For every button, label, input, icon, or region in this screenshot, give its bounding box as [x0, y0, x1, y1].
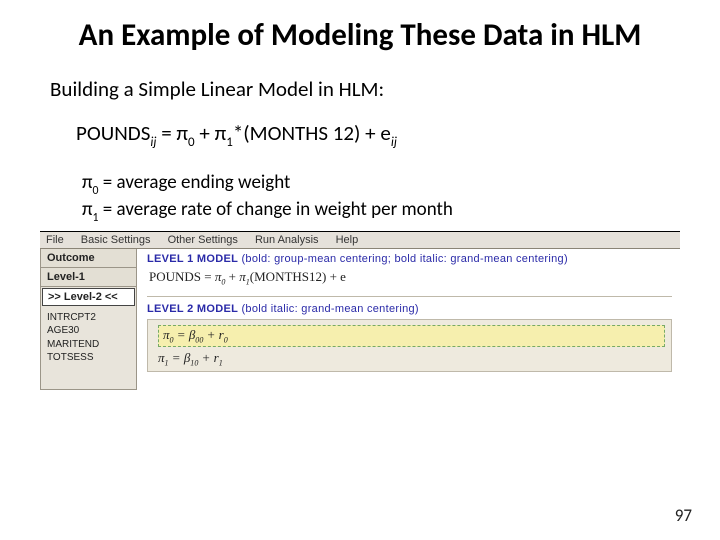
l2r2-rs: 1 — [219, 358, 223, 367]
sidebar-outcome-button[interactable]: Outcome — [41, 249, 136, 268]
slide: An Example of Modeling These Data in HLM… — [0, 0, 720, 540]
level2-eq-row-2[interactable]: π1 = β10 + r1 — [158, 348, 665, 370]
level2-heading: LEVEL 2 MODEL (bold italic: grand-mean c… — [147, 303, 672, 315]
def2-text: = average rate of change in weight per m… — [98, 198, 452, 221]
menu-other-settings[interactable]: Other Settings — [168, 234, 238, 246]
variable-list: INTRCPT2 AGE30 MARITEND TOTSESS — [41, 307, 136, 389]
level1-heading-rest: (bold: group-mean centering; bold italic… — [238, 253, 568, 265]
sidebar-level1-button[interactable]: Level-1 — [41, 268, 136, 287]
level1-heading-bold: LEVEL 1 MODEL — [147, 253, 238, 265]
def2-sub: 1 — [93, 211, 99, 225]
l1-eq-b: (MONTHS12) + e — [250, 269, 346, 284]
def-line-2: π1 = average rate of change in weight pe… — [82, 198, 696, 225]
sidebar-level2-button[interactable]: >> Level-2 << — [42, 288, 135, 306]
def1-pi: π — [82, 171, 93, 194]
var-totsess[interactable]: TOTSESS — [47, 351, 130, 365]
menu-help[interactable]: Help — [336, 234, 359, 246]
eq-lhs: POUNDS — [76, 120, 150, 146]
menu-bar: File Basic Settings Other Settings Run A… — [40, 232, 680, 249]
definitions: π0 = average ending weight π1 = average … — [82, 171, 696, 225]
menu-basic-settings[interactable]: Basic Settings — [81, 234, 151, 246]
eq-lhs-sub: ij — [150, 135, 156, 150]
var-age30[interactable]: AGE30 — [47, 324, 130, 338]
eq-rhs: *(MONTHS 12) + e — [233, 120, 391, 146]
var-maritend[interactable]: MARITEND — [47, 338, 130, 352]
level2-heading-bold: LEVEL 2 MODEL — [147, 303, 238, 315]
eq-part1: = π — [156, 120, 188, 146]
main-panel: LEVEL 1 MODEL (bold: group-mean centerin… — [137, 249, 680, 390]
eq-rhs-sub: ij — [391, 135, 397, 150]
sidebar: Outcome Level-1 >> Level-2 << INTRCPT2 A… — [40, 249, 137, 390]
l2r1-end: + r — [203, 327, 223, 342]
divider — [147, 296, 672, 297]
menu-file[interactable]: File — [46, 234, 64, 246]
level1-model-equation: POUNDS = π0 + π1(MONTHS12) + e — [149, 269, 672, 287]
hlm-app-window: File Basic Settings Other Settings Run A… — [40, 231, 680, 390]
level2-heading-rest: (bold italic: grand-mean centering) — [238, 303, 419, 315]
level2-equation-area: π0 = β00 + r0 π1 = β10 + r1 — [147, 319, 672, 372]
l2r1-mid: = β — [174, 327, 196, 342]
eq-plus: + π — [195, 120, 227, 146]
l2r2-mid: = β — [169, 350, 191, 365]
def1-text: = average ending weight — [98, 171, 290, 194]
page-number: 97 — [675, 505, 692, 526]
menu-run-analysis[interactable]: Run Analysis — [255, 234, 319, 246]
l1-eq-mid: + — [225, 269, 239, 284]
slide-title: An Example of Modeling These Data in HLM — [64, 18, 656, 54]
l2r2-end: + r — [198, 350, 218, 365]
l2r1-rs: 0 — [224, 336, 228, 345]
app-body: Outcome Level-1 >> Level-2 << INTRCPT2 A… — [40, 249, 680, 390]
level1-equation-text: POUNDSij = π0 + π1*(MONTHS 12) + eij — [76, 120, 696, 149]
level1-heading: LEVEL 1 MODEL (bold: group-mean centerin… — [147, 253, 672, 265]
level2-eq-row-1[interactable]: π0 = β00 + r0 — [158, 325, 665, 347]
def2-pi: π — [82, 198, 93, 221]
slide-subtitle: Building a Simple Linear Model in HLM: — [50, 76, 696, 102]
var-intrcpt2[interactable]: INTRCPT2 — [47, 311, 130, 325]
l1-eq-a: POUNDS = — [149, 269, 215, 284]
def1-sub: 0 — [93, 184, 99, 198]
eq-sub1: 1 — [226, 135, 233, 150]
eq-sub0: 0 — [188, 135, 195, 150]
def-line-1: π0 = average ending weight — [82, 171, 696, 198]
